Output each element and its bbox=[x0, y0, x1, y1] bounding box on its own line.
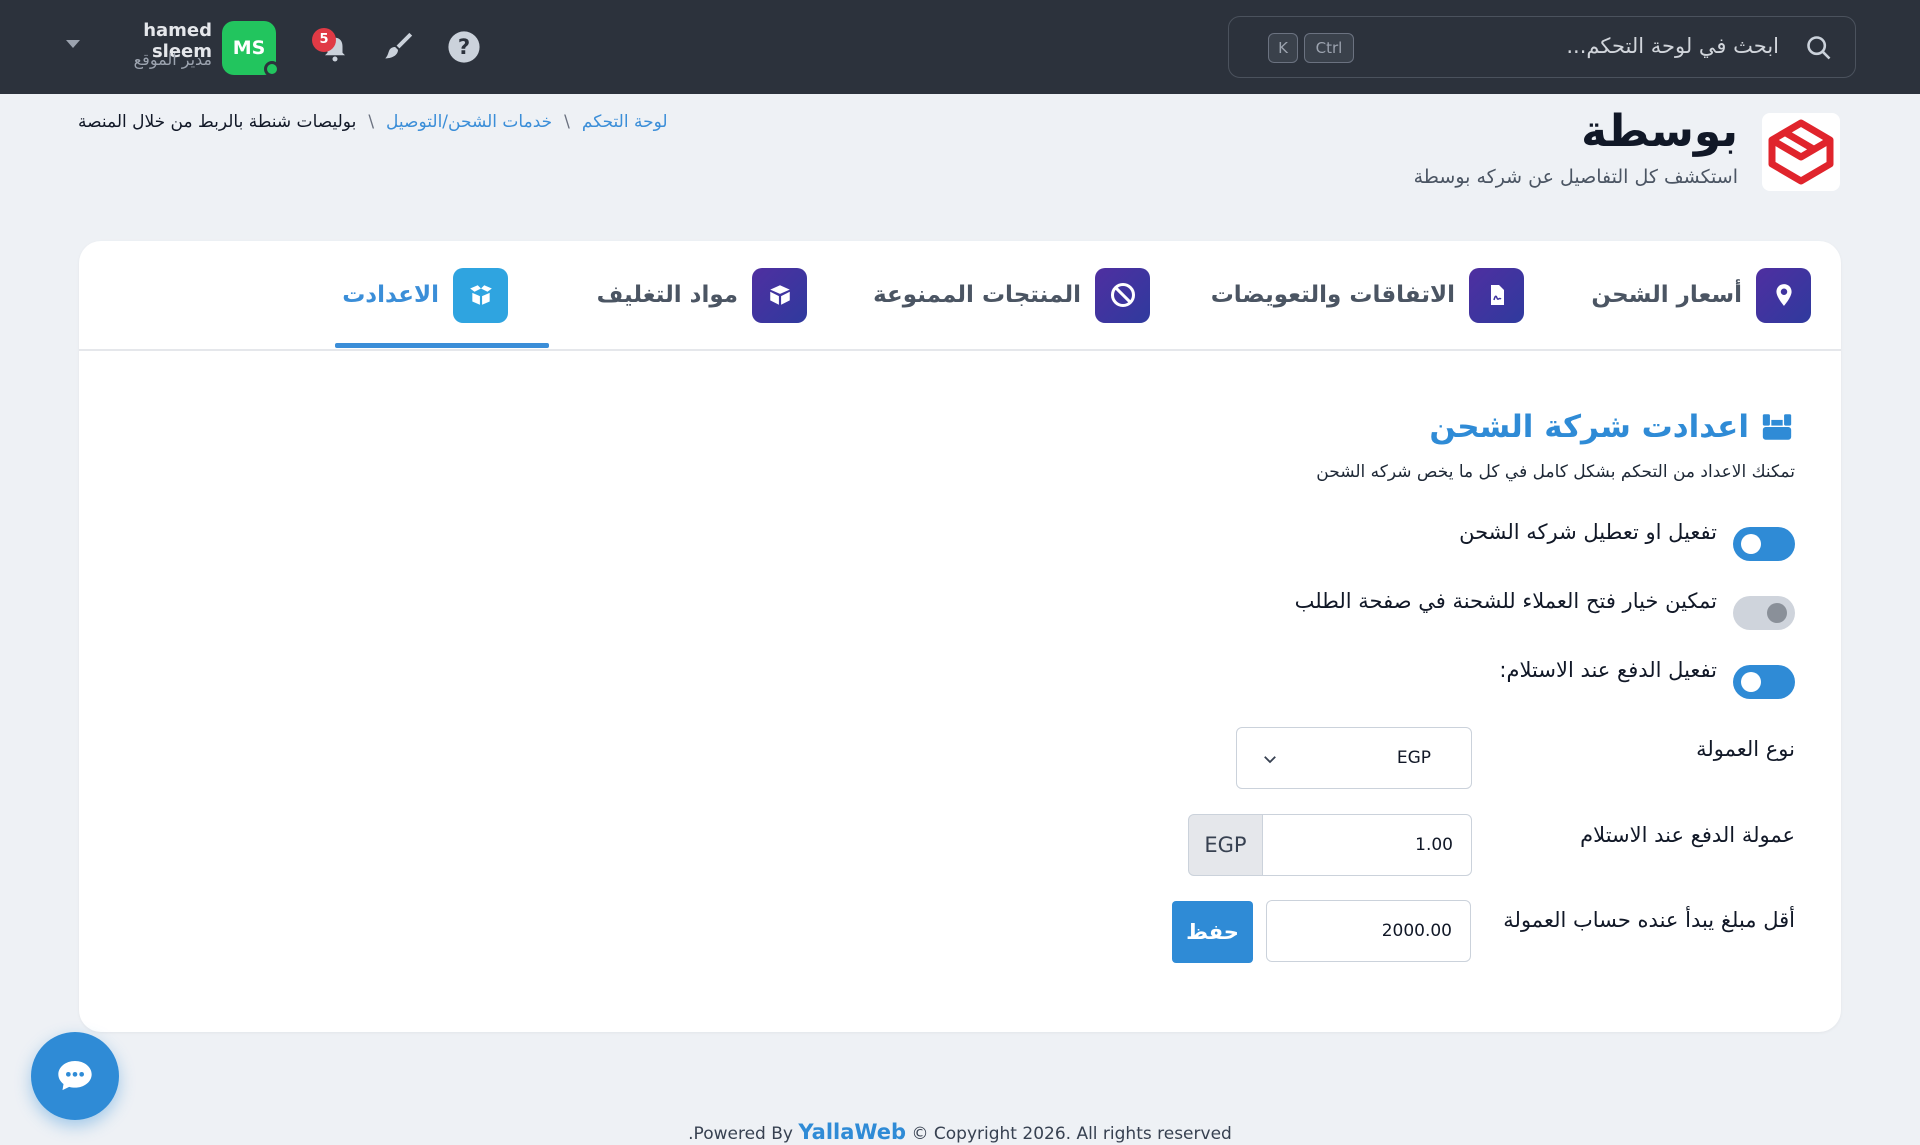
settings-card: أسعار الشحن الاتفاقات والتعويضات المنتجا… bbox=[79, 241, 1841, 1032]
tab-prohibited-products[interactable]: المنتجات الممنوعة bbox=[873, 263, 1150, 327]
cod-commission-group: EGP bbox=[1188, 814, 1472, 876]
tab-settings[interactable]: الاعدادت bbox=[342, 263, 508, 327]
min-amount-label: أقل مبلغ يبدأ عنده حساب العمولة bbox=[1503, 908, 1795, 932]
min-amount-input[interactable] bbox=[1266, 900, 1471, 962]
cod-commission-label: عمولة الدفع عند الاستلام bbox=[1580, 823, 1795, 847]
user-menu-chevron-down-icon[interactable] bbox=[66, 40, 80, 48]
toggle-knob bbox=[1741, 672, 1761, 692]
breadcrumb-current: بوليصات شنطة بالربط من خلال المنصة bbox=[78, 112, 357, 132]
user-role: مدير الموقع bbox=[133, 50, 212, 69]
breadcrumb-separator: \ bbox=[564, 112, 570, 132]
toggle-cod[interactable] bbox=[1733, 665, 1795, 699]
bosta-logo bbox=[1762, 113, 1840, 191]
notifications-button[interactable]: 5 bbox=[312, 28, 352, 68]
toggle-label-cod: تفعيل الدفع عند الاستلام: bbox=[1499, 658, 1717, 682]
tab-label: مواد التغليف bbox=[596, 282, 738, 308]
tab-packaging-materials[interactable]: مواد التغليف bbox=[597, 263, 807, 327]
map-pin-icon bbox=[1775, 284, 1792, 306]
section-description: تمكنك الاعداد من التحكم بشكل كامل في كل … bbox=[1316, 462, 1795, 482]
search-box[interactable]: ابحث في لوحة التحكم... Ctrl K bbox=[1228, 16, 1856, 78]
top-bar: ابحث في لوحة التحكم... Ctrl K ? 5 MS ham… bbox=[0, 0, 1920, 94]
toggle-open-shipment[interactable] bbox=[1733, 596, 1795, 630]
avatar-initials: MS bbox=[232, 37, 266, 59]
chevron-down-icon bbox=[1264, 756, 1276, 764]
cod-commission-input[interactable] bbox=[1262, 814, 1472, 876]
breadcrumb-separator: \ bbox=[368, 112, 375, 132]
breadcrumb: لوحة التحكم \ خدمات الشحن/التوصيل \ بوليصات … bbox=[78, 112, 668, 132]
footer-copyright: © Copyright 2026. All rights reserved bbox=[911, 1124, 1232, 1144]
tab-label: الاعدادت bbox=[342, 282, 439, 308]
document-icon bbox=[1490, 285, 1504, 305]
tab-shipping-rates[interactable]: أسعار الشحن bbox=[1591, 263, 1811, 327]
toggle-label-enable-company: تفعيل او تعطيل شركه الشحن bbox=[1459, 520, 1717, 544]
save-button[interactable]: حفظ bbox=[1172, 901, 1253, 963]
footer-powered-by: .Powered By bbox=[688, 1124, 793, 1144]
commission-type-value: EGP bbox=[1396, 748, 1431, 768]
page-subtitle: استكشف كل التفاصيل عن شركه بوسطة bbox=[1413, 166, 1738, 188]
tabs-divider bbox=[79, 349, 1841, 351]
tab-label: المنتجات الممنوعة bbox=[873, 282, 1081, 308]
box-icon bbox=[769, 285, 790, 305]
search-placeholder: ابحث في لوحة التحكم... bbox=[1566, 34, 1779, 58]
toggle-knob bbox=[1741, 534, 1761, 554]
shortcut-k-key: K bbox=[1268, 33, 1298, 63]
ban-icon bbox=[1110, 282, 1135, 308]
page-title: بوسطة bbox=[1581, 106, 1738, 157]
avatar[interactable]: MS bbox=[222, 21, 280, 77]
section-title: اعدادت شركة الشحن bbox=[1429, 409, 1795, 445]
commission-type-select[interactable]: EGP bbox=[1236, 727, 1472, 789]
brush-icon[interactable] bbox=[381, 30, 415, 64]
toggle-label-open-shipment: تمكين خيار فتح العملاء للشحنة في صفحة ال… bbox=[1294, 589, 1717, 613]
tab-label: الاتفاقات والتعويضات bbox=[1210, 282, 1455, 308]
online-status-dot bbox=[264, 61, 280, 77]
active-tab-indicator bbox=[335, 343, 549, 348]
tab-agreements[interactable]: الاتفاقات والتعويضات bbox=[1211, 263, 1524, 327]
toggle-knob bbox=[1767, 603, 1787, 623]
currency-addon: EGP bbox=[1188, 814, 1263, 876]
breadcrumb-shipping-services[interactable]: خدمات الشحن/التوصيل bbox=[386, 112, 552, 132]
footer: .Powered By YallaWeb © Copyright 2026. A… bbox=[0, 1120, 1920, 1144]
breadcrumb-home[interactable]: لوحة التحكم bbox=[582, 112, 668, 132]
search-icon bbox=[1807, 36, 1831, 60]
footer-brand-link[interactable]: YallaWeb bbox=[798, 1120, 906, 1144]
chat-bubble-icon bbox=[58, 1061, 92, 1091]
commission-type-label: نوع العمولة bbox=[1696, 737, 1795, 761]
notification-badge: 5 bbox=[312, 28, 336, 52]
tab-label: أسعار الشحن bbox=[1591, 282, 1742, 308]
box-open-icon bbox=[469, 285, 492, 305]
section-title-text: اعدادت شركة الشحن bbox=[1429, 409, 1749, 445]
tools-icon bbox=[1762, 414, 1792, 440]
svg-text:?: ? bbox=[458, 35, 470, 60]
chat-button[interactable] bbox=[31, 1032, 119, 1120]
help-icon[interactable]: ? bbox=[447, 30, 481, 64]
shortcut-ctrl-key: Ctrl bbox=[1304, 33, 1354, 63]
toggle-enable-company[interactable] bbox=[1733, 527, 1795, 561]
